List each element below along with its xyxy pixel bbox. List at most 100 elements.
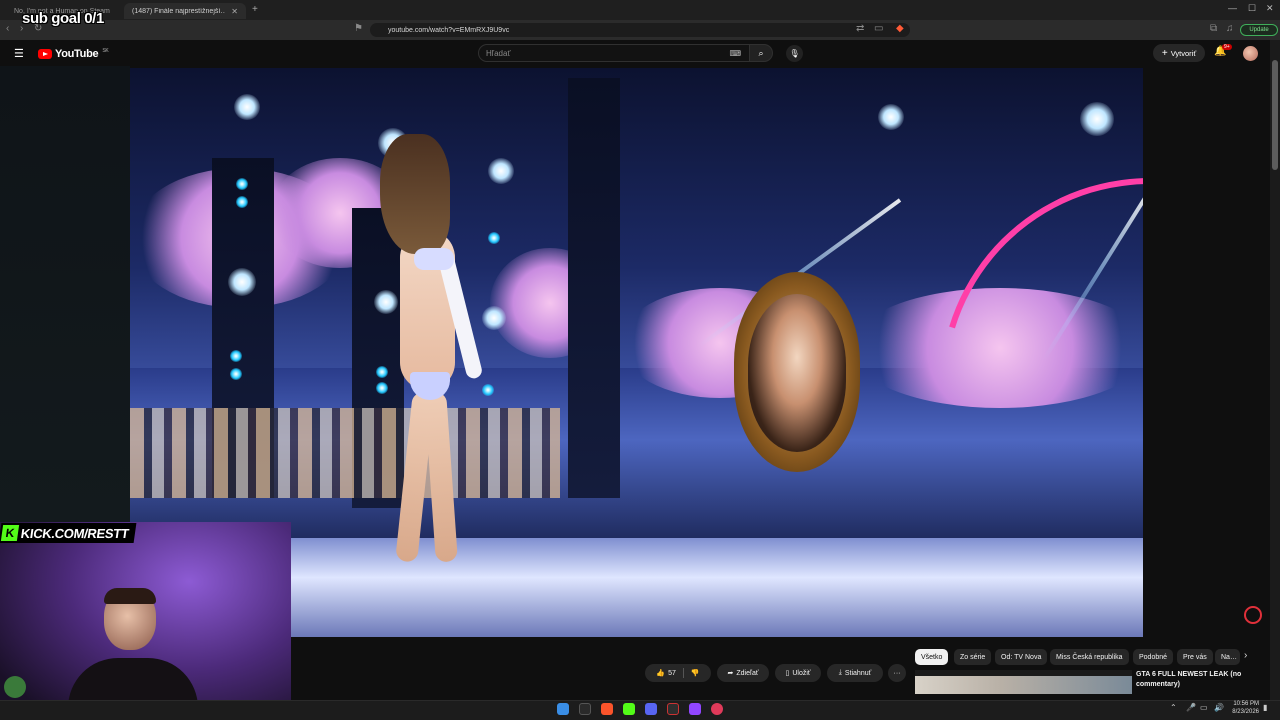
create-label: Vytvoriť bbox=[1170, 48, 1197, 58]
url-text: youtube.com/watch?v=EMmRXJ9U9vc bbox=[388, 26, 510, 34]
bookmark-icon[interactable]: ⚑ bbox=[354, 23, 363, 34]
minimize-icon[interactable]: — bbox=[1228, 3, 1237, 13]
streamer-webcam bbox=[0, 522, 291, 720]
download-button[interactable]: ⤓ Stiahnuť bbox=[827, 664, 883, 682]
thumbs-down-icon: 👎 bbox=[690, 670, 700, 677]
kick-app-icon[interactable] bbox=[623, 703, 635, 715]
media-icon[interactable]: ♫ bbox=[1226, 23, 1234, 34]
chip-for-you[interactable]: Pre vás bbox=[1177, 649, 1213, 665]
discord-icon[interactable] bbox=[645, 703, 657, 715]
chip-miss-cr[interactable]: Miss Česká republika bbox=[1050, 649, 1129, 665]
chip-similar[interactable]: Podobné bbox=[1133, 649, 1174, 665]
scrollbar-thumb[interactable] bbox=[1272, 60, 1278, 170]
stage-light bbox=[236, 178, 248, 190]
chevron-right-icon[interactable]: › bbox=[1244, 650, 1247, 661]
kick-url: KICK.COM/RESTT bbox=[19, 525, 130, 541]
clock[interactable]: 10:56 PM 8/23/2026 bbox=[1231, 700, 1259, 716]
recommended-video-thumbnail[interactable] bbox=[915, 670, 1132, 694]
more-actions-button[interactable]: ··· bbox=[888, 664, 906, 682]
download-icon: ⤓ bbox=[838, 669, 842, 676]
kick-logo-icon: K bbox=[0, 525, 20, 541]
search-icon: ⌕ bbox=[758, 47, 764, 58]
stage-light bbox=[230, 350, 242, 362]
clock-time: 10:56 PM bbox=[1233, 701, 1259, 707]
clock-date: 8/23/2026 bbox=[1232, 709, 1259, 715]
runway-contestant bbox=[370, 130, 500, 570]
thumbs-up-icon: 👍 bbox=[656, 670, 666, 677]
page-background-left bbox=[0, 66, 130, 522]
recommended-video-title[interactable]: GTA 6 FULL NEWEST LEAK (no commentary) bbox=[1136, 670, 1256, 690]
translate-icon[interactable]: ⇄ bbox=[856, 23, 864, 34]
spotlight bbox=[878, 104, 904, 130]
share-label: Zdieľať bbox=[736, 669, 759, 677]
keyboard-icon[interactable]: ⌨ bbox=[729, 49, 741, 58]
search-button[interactable]: ⌕ bbox=[749, 44, 773, 62]
network-icon[interactable]: ▭ bbox=[1200, 703, 1208, 712]
bookmark-save-icon: ▯ bbox=[785, 670, 790, 677]
spotlight bbox=[234, 94, 260, 120]
download-label: Stiahnuť bbox=[844, 669, 872, 677]
windows-taskbar bbox=[0, 700, 1280, 720]
save-label: Uložiť bbox=[792, 669, 811, 677]
address-bar: ‹ › ↻ ⚑ youtube.com/watch?v=EMmRXJ9U9vc … bbox=[0, 20, 1280, 40]
like-count: 57 bbox=[668, 669, 676, 677]
sub-goal-overlay: sub goal 0/1 bbox=[22, 10, 104, 27]
chip-series[interactable]: Zo série bbox=[954, 649, 992, 665]
close-window-icon[interactable]: ✕ bbox=[1266, 3, 1274, 14]
update-button[interactable]: Update bbox=[1240, 24, 1278, 36]
twitch-icon[interactable] bbox=[689, 703, 701, 715]
stage-light bbox=[230, 368, 242, 380]
tab-title: (1487) Finále najprestížnejší… bbox=[132, 7, 226, 15]
stage-pillar bbox=[568, 78, 620, 498]
plus-icon: + bbox=[1161, 47, 1168, 59]
tab-youtube[interactable]: (1487) Finále najprestížnejší… ✕ bbox=[124, 3, 246, 19]
portrait-screen bbox=[748, 294, 846, 452]
notification-center-icon[interactable]: ▮ bbox=[1263, 703, 1267, 712]
task-view-icon[interactable] bbox=[579, 703, 591, 715]
brave-icon[interactable] bbox=[601, 703, 613, 715]
search-placeholder: Hľadať bbox=[486, 48, 511, 58]
url-field[interactable]: youtube.com/watch?v=EMmRXJ9U9vc bbox=[370, 23, 910, 37]
create-button[interactable]: + Vytvoriť bbox=[1153, 44, 1205, 62]
frog-emote-icon bbox=[4, 676, 26, 698]
search-input[interactable]: Hľadať ⌨ bbox=[478, 44, 750, 62]
chip-more[interactable]: Na… bbox=[1215, 649, 1240, 665]
like-dislike-group: 👍 57 👎 bbox=[645, 664, 711, 682]
voice-search-button[interactable]: 🎙 bbox=[786, 45, 803, 62]
like-button[interactable]: 👍 57 bbox=[656, 669, 676, 678]
tray-chevron-icon[interactable]: ⌃ bbox=[1170, 703, 1177, 712]
notification-badge: 9+ bbox=[1222, 44, 1232, 50]
dislike-button[interactable]: 👎 bbox=[691, 669, 700, 677]
mic-tray-icon[interactable]: 🎤 bbox=[1186, 703, 1196, 712]
save-button[interactable]: ▯ Uložiť bbox=[775, 664, 821, 682]
more-icon: ··· bbox=[893, 669, 901, 677]
opera-icon[interactable] bbox=[1244, 606, 1262, 624]
chip-channel[interactable]: Od: TV Nova bbox=[995, 649, 1048, 665]
back-icon[interactable]: ‹ bbox=[6, 23, 9, 34]
share-button[interactable]: ➦ Zdieľať bbox=[717, 664, 769, 682]
maximize-icon[interactable]: ☐ bbox=[1248, 3, 1256, 14]
youtube-logo[interactable]: YouTube SK bbox=[38, 48, 109, 60]
region-code: SK bbox=[102, 48, 109, 54]
windows-start-icon[interactable] bbox=[557, 703, 569, 715]
browser-tab-bar: No, I'm not a Human on Steam (1487) Finá… bbox=[0, 0, 1280, 20]
close-icon[interactable]: ✕ bbox=[231, 7, 238, 16]
avatar[interactable] bbox=[1243, 46, 1258, 61]
kick-channel-badge: K KICK.COM/RESTT bbox=[0, 523, 137, 543]
logo-text: YouTube bbox=[55, 48, 99, 60]
stage-light bbox=[236, 196, 248, 208]
cast-icon[interactable]: ▭ bbox=[874, 23, 883, 34]
share-icon: ➦ bbox=[727, 670, 734, 677]
new-tab-button[interactable]: + bbox=[252, 4, 258, 15]
youtube-play-icon bbox=[38, 49, 52, 59]
app-icon[interactable] bbox=[667, 703, 679, 715]
volume-icon[interactable]: 🔊 bbox=[1214, 703, 1224, 712]
spotlight bbox=[1080, 102, 1114, 136]
app-pin-icon[interactable] bbox=[711, 703, 723, 715]
extensions-icon[interactable]: ⧉ bbox=[1210, 23, 1217, 34]
brave-shield-icon[interactable]: ◆ bbox=[896, 23, 904, 34]
menu-icon[interactable]: ☰ bbox=[14, 47, 24, 60]
spotlight bbox=[228, 268, 256, 296]
mic-icon: 🎙 bbox=[789, 49, 800, 58]
chip-all[interactable]: Všetko bbox=[915, 649, 949, 665]
